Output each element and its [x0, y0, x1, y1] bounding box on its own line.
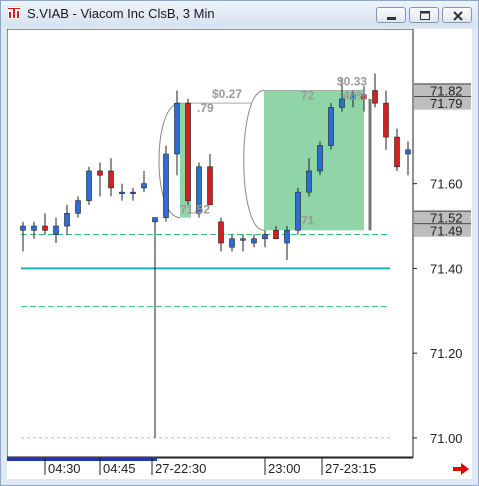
y-tick-label: 71.00: [430, 431, 463, 446]
candle-body: [185, 102, 191, 201]
candle-body: [328, 107, 334, 146]
candle-body: [64, 213, 70, 227]
move1-low: 71.52: [180, 203, 210, 217]
window-title: S.VIAB - Viacom Inc ClsB, 3 Min: [27, 6, 215, 21]
candle-body: [262, 234, 268, 240]
move2-high: 72: [301, 88, 315, 102]
y-tick-label: 71.60: [430, 177, 463, 192]
x-tick-label: 23:00: [268, 461, 301, 476]
y-tick-label: 71.20: [430, 346, 463, 361]
candle-body: [86, 170, 92, 201]
candle-body: [119, 191, 125, 194]
candle-body: [284, 229, 290, 244]
candle-body: [229, 238, 235, 248]
candle-body: [42, 225, 48, 231]
close-button[interactable]: [442, 7, 472, 23]
x-tick-label: 27-22:30: [155, 461, 206, 476]
candle-body: [163, 153, 169, 218]
candle-body: [20, 225, 26, 231]
close-icon: [453, 11, 463, 21]
scroll-right-arrow-icon[interactable]: [453, 463, 469, 475]
candle-body: [53, 225, 59, 235]
candle-body: [306, 170, 312, 193]
minimize-icon: [387, 17, 396, 20]
minimize-button[interactable]: [376, 7, 406, 23]
x-tick-label: 04:30: [48, 461, 81, 476]
maximize-icon: [420, 11, 430, 20]
candle: [163, 145, 169, 222]
candle-body: [394, 136, 400, 168]
x-tick-label: 04:45: [103, 461, 136, 476]
move2-low: 71: [301, 213, 315, 227]
price-tag-label: 71.79: [430, 96, 463, 111]
candle-body: [372, 90, 378, 104]
candle-body: [251, 238, 257, 244]
candle-body: [218, 221, 224, 244]
candle: [317, 141, 323, 176]
candle-body: [174, 102, 180, 155]
price-chart[interactable]: $0.27.79 71.52 $0.33 72 46% 71 71.60 71.40 71.2…: [7, 29, 472, 479]
candle-body: [108, 170, 114, 189]
move2-label: $0.33: [337, 74, 367, 88]
candle: [185, 98, 191, 205]
x-tick-label: 27-23:15: [325, 461, 376, 476]
title-bar[interactable]: S.VIAB - Viacom Inc ClsB, 3 Min: [1, 1, 478, 27]
candle-body: [31, 225, 37, 231]
chart-area[interactable]: $0.27.79 71.52 $0.33 72 46% 71 71.60 71.40 71.2…: [7, 29, 472, 479]
candle-body: [383, 102, 389, 138]
move2-pct: 46%: [343, 88, 367, 102]
move1-high: .79: [197, 101, 214, 115]
candle-body: [207, 166, 213, 206]
move1-label: $0.27: [212, 87, 242, 101]
candle-body: [152, 217, 158, 223]
chart-window: S.VIAB - Viacom Inc ClsB, 3 Min $0.27.79…: [0, 0, 479, 486]
move-box-2: [264, 90, 364, 231]
candle: [328, 103, 334, 150]
maximize-button[interactable]: [409, 7, 439, 23]
candle-body: [273, 229, 279, 240]
candle-body: [295, 191, 301, 231]
candle-body: [75, 200, 81, 214]
candle-body: [97, 170, 103, 176]
candle-body: [130, 191, 136, 194]
candle-body: [141, 183, 147, 189]
price-tag-label: 71.49: [430, 223, 463, 238]
candle: [295, 187, 301, 235]
candle: [86, 166, 92, 205]
candle-body: [405, 149, 411, 155]
candle-body: [240, 238, 246, 241]
chart-app-icon: [6, 5, 22, 21]
y-tick-label: 71.40: [430, 261, 463, 276]
candle-body: [317, 145, 323, 172]
